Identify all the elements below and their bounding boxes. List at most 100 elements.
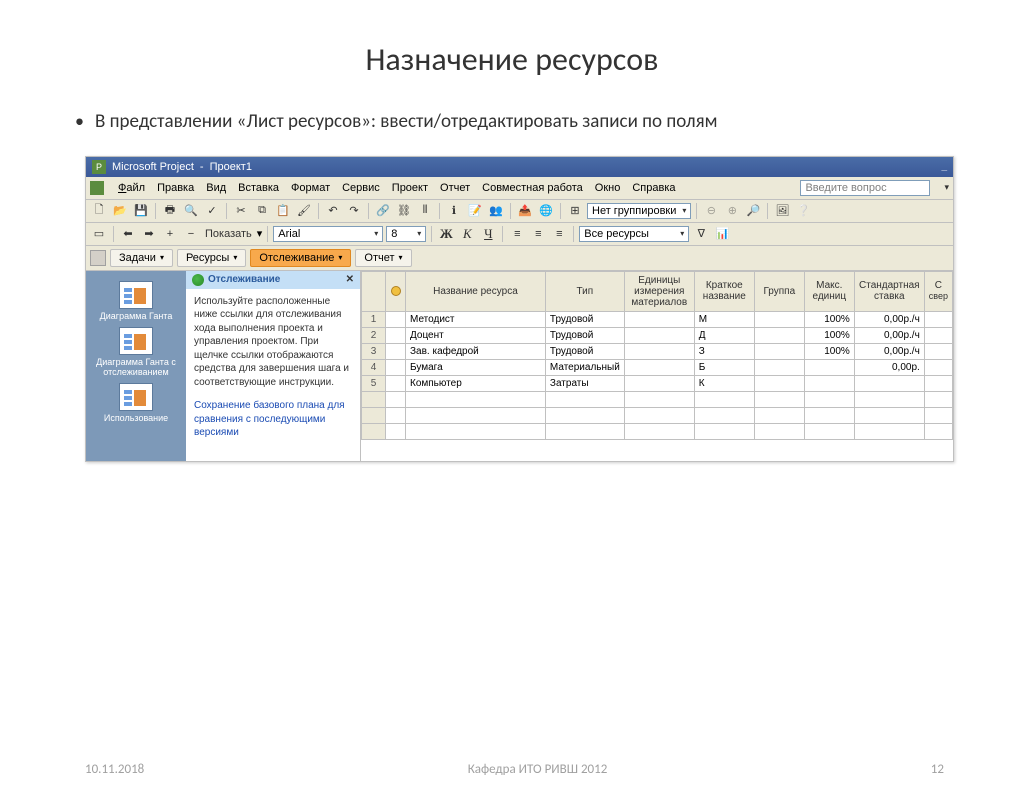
cell-indicator[interactable]	[386, 407, 406, 423]
cell-type[interactable]: Трудовой	[545, 343, 624, 359]
link-icon[interactable]: 🔗	[374, 202, 392, 220]
cell-overtime[interactable]	[924, 423, 952, 439]
cell-unit[interactable]	[624, 327, 694, 343]
cell-indicator[interactable]	[386, 327, 406, 343]
show-label[interactable]: Показать	[203, 228, 254, 240]
cell-name[interactable]: Доцент	[406, 327, 546, 343]
menu-project[interactable]: Проект	[392, 182, 428, 194]
sidebar-item-tracking-gantt[interactable]: Диаграмма Ганта с отслеживанием	[91, 327, 181, 377]
sidebar-item-gantt[interactable]: Диаграмма Ганта	[91, 281, 181, 321]
redo-icon[interactable]: ↷	[345, 202, 363, 220]
cell-max[interactable]: 100%	[804, 327, 854, 343]
zoom-out-icon[interactable]: ⊖	[702, 202, 720, 220]
cell-short[interactable]	[694, 391, 754, 407]
format-painter-icon[interactable]: 🖌	[295, 202, 313, 220]
cell-rate[interactable]	[854, 407, 924, 423]
cut-icon[interactable]: ✂	[232, 202, 250, 220]
font-combo[interactable]: Arial▾	[273, 226, 383, 242]
cell-short[interactable]: Д	[694, 327, 754, 343]
col-group[interactable]: Группа	[754, 271, 804, 311]
cell-type[interactable]: Трудовой	[545, 311, 624, 327]
grouping-combo[interactable]: Нет группировки▾	[587, 203, 691, 219]
undo-icon[interactable]: ↶	[324, 202, 342, 220]
menu-help[interactable]: Справка	[632, 182, 675, 194]
nav-tracking[interactable]: Отслеживание▾	[250, 249, 351, 267]
cell-short[interactable]	[694, 407, 754, 423]
cell-group[interactable]	[754, 391, 804, 407]
cell-rate[interactable]	[854, 423, 924, 439]
col-rate[interactable]: Стандартная ставка	[854, 271, 924, 311]
cell-max[interactable]	[804, 423, 854, 439]
col-name[interactable]: Название ресурса	[406, 271, 546, 311]
copy-icon[interactable]: ⧉	[253, 202, 271, 220]
hide-sub-icon[interactable]: −	[182, 225, 200, 243]
save-icon[interactable]: 💾	[132, 202, 150, 220]
cell-rate[interactable]: 0,00р./ч	[854, 327, 924, 343]
cell-max[interactable]	[804, 391, 854, 407]
minimize-icon[interactable]: _	[941, 161, 947, 172]
col-unit[interactable]: Единицы измерения материалов	[624, 271, 694, 311]
cell-unit[interactable]	[624, 311, 694, 327]
row-header[interactable]: 2	[362, 327, 386, 343]
open-icon[interactable]: 📂	[111, 202, 129, 220]
cell-rate[interactable]	[854, 375, 924, 391]
col-short[interactable]: Краткое название	[694, 271, 754, 311]
menu-report[interactable]: Отчет	[440, 182, 470, 194]
bold-button[interactable]: Ж	[437, 225, 455, 243]
row-header[interactable]: 1	[362, 311, 386, 327]
guidance-link[interactable]: Сохранение базового плана для сравнения …	[186, 395, 360, 444]
show-dropdown-icon[interactable]: ▾	[257, 227, 263, 240]
assign-icon[interactable]: 👥	[487, 202, 505, 220]
cell-type[interactable]	[545, 423, 624, 439]
cell-overtime[interactable]	[924, 391, 952, 407]
cell-max[interactable]	[804, 375, 854, 391]
collab-btn-icon[interactable]: 🌐	[537, 202, 555, 220]
cell-indicator[interactable]	[386, 359, 406, 375]
cell-group[interactable]	[754, 311, 804, 327]
split-icon[interactable]: ⫴	[416, 202, 434, 220]
cell-type[interactable]: Трудовой	[545, 327, 624, 343]
cell-indicator[interactable]	[386, 375, 406, 391]
table-row[interactable]: 1МетодистТрудовойМ100%0,00р./ч	[362, 311, 953, 327]
menu-edit[interactable]: Правка	[157, 182, 194, 194]
row-header[interactable]: 5	[362, 375, 386, 391]
cell-type[interactable]: Затраты	[545, 375, 624, 391]
table-row[interactable]	[362, 423, 953, 439]
size-combo[interactable]: 8▾	[386, 226, 426, 242]
cell-short[interactable]: З	[694, 343, 754, 359]
cell-rate[interactable]: 0,00р./ч	[854, 343, 924, 359]
cell-rate[interactable]: 0,00р./ч	[854, 311, 924, 327]
indent-icon[interactable]: ➡	[140, 225, 158, 243]
cell-short[interactable]: Б	[694, 359, 754, 375]
zoom-in-icon[interactable]: ⊕	[723, 202, 741, 220]
col-indicator[interactable]	[386, 271, 406, 311]
cell-overtime[interactable]	[924, 311, 952, 327]
align-center-icon[interactable]: ≡	[529, 225, 547, 243]
align-right-icon[interactable]: ≡	[550, 225, 568, 243]
nav-toggle-icon[interactable]	[90, 250, 106, 266]
cell-overtime[interactable]	[924, 327, 952, 343]
table-row[interactable]	[362, 391, 953, 407]
align-left-icon[interactable]: ≡	[508, 225, 526, 243]
col-select-all[interactable]	[362, 271, 386, 311]
row-header[interactable]	[362, 423, 386, 439]
cell-unit[interactable]	[624, 423, 694, 439]
menu-window[interactable]: Окно	[595, 182, 621, 194]
cell-group[interactable]	[754, 359, 804, 375]
cell-short[interactable]: К	[694, 375, 754, 391]
nav-tasks[interactable]: Задачи▾	[110, 249, 173, 267]
wizard-icon[interactable]: ▭	[90, 225, 108, 243]
cell-short[interactable]	[694, 423, 754, 439]
nav-report[interactable]: Отчет▾	[355, 249, 411, 267]
italic-button[interactable]: К	[458, 225, 476, 243]
row-header[interactable]	[362, 407, 386, 423]
row-header[interactable]	[362, 391, 386, 407]
cell-type[interactable]: Материальный	[545, 359, 624, 375]
spell-icon[interactable]: ✓	[203, 202, 221, 220]
cell-rate[interactable]: 0,00р.	[854, 359, 924, 375]
cell-overtime[interactable]	[924, 375, 952, 391]
info-icon[interactable]: ℹ	[445, 202, 463, 220]
cell-unit[interactable]	[624, 391, 694, 407]
close-icon[interactable]: ✕	[346, 274, 354, 285]
cell-short[interactable]: М	[694, 311, 754, 327]
